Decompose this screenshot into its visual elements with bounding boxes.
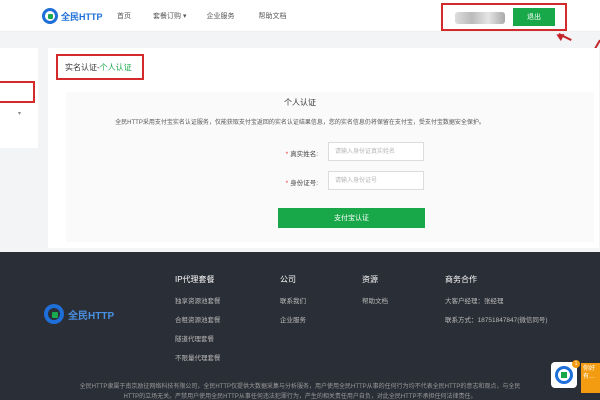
footer: 全民HTTP IP代理套餐 独享资源池套餐 合租资源池套餐 隧道代理套餐 不限量… bbox=[0, 252, 600, 400]
user-area-highlight: 退出 bbox=[441, 3, 567, 31]
footer-col-title: IP代理套餐 bbox=[175, 275, 215, 284]
footer-link[interactable]: 企业服务 bbox=[280, 314, 306, 324]
nav-home[interactable]: 首页 bbox=[117, 11, 131, 21]
footer-col-title: 公司 bbox=[280, 275, 296, 284]
id-label-text: 身份证号: bbox=[290, 180, 318, 187]
footer-col-title: 商务合作 bbox=[445, 275, 477, 284]
breadcrumb: 实名认证-个人认证 bbox=[56, 54, 144, 80]
top-header: 全民HTTP 首页 套餐订购 ▾ 企业服务 帮助文档 退出 bbox=[0, 0, 600, 32]
verify-notice: 全民HTTP采用支付宝实名认证服务，仅能获取支付宝返回的实名认证结果信息，您的实… bbox=[115, 120, 485, 126]
user-account-blurred[interactable] bbox=[455, 12, 505, 24]
footer-logo[interactable]: 全民HTTP bbox=[44, 304, 114, 324]
footer-col-business: 商务合作 大客户经理：张经理 联系方式：18751847847(微信同号) bbox=[445, 274, 548, 333]
name-label-text: 真实姓名: bbox=[290, 151, 318, 158]
footer-col-company: 公司 联系我们 企业服务 bbox=[280, 274, 306, 333]
breadcrumb-current: 个人认证 bbox=[99, 63, 132, 72]
id-label: * 身份证号: bbox=[258, 177, 318, 187]
chat-icon-dot bbox=[561, 372, 567, 378]
footer-logo-icon bbox=[44, 304, 64, 324]
real-name-input[interactable] bbox=[328, 142, 424, 161]
site-logo[interactable]: 全民HTTP bbox=[42, 8, 103, 24]
footer-col-title: 资源 bbox=[362, 275, 378, 284]
footer-logo-text: 全民HTTP bbox=[68, 310, 115, 322]
footer-link[interactable]: 合租资源池套餐 bbox=[175, 314, 221, 324]
footer-link[interactable]: 不限量代理套餐 bbox=[175, 352, 221, 362]
footer-link[interactable]: 独享资源池套餐 bbox=[175, 295, 221, 305]
chat-widget-tab[interactable]: 你好有… bbox=[581, 363, 600, 393]
required-mark: * bbox=[285, 180, 289, 187]
nav-packages-label: 套餐订购 bbox=[153, 13, 181, 20]
logout-button[interactable]: 退出 bbox=[513, 8, 555, 26]
footer-col-resources: 资源 帮助文档 bbox=[362, 274, 388, 314]
footer-col-ip-packages: IP代理套餐 独享资源池套餐 合租资源池套餐 隧道代理套餐 不限量代理套餐 bbox=[175, 274, 221, 371]
nav-enterprise[interactable]: 企业服务 bbox=[207, 11, 235, 21]
nav-packages[interactable]: 套餐订购 ▾ bbox=[153, 11, 187, 21]
required-mark: * bbox=[285, 151, 289, 158]
alipay-verify-button[interactable]: 支付宝认证 bbox=[278, 208, 425, 228]
sidebar-chevron-down-icon[interactable]: ▾ bbox=[18, 110, 21, 117]
chevron-down-icon: ▾ bbox=[183, 13, 187, 20]
nav-docs[interactable]: 帮助文档 bbox=[259, 11, 287, 21]
page-title: 个人认证 bbox=[284, 98, 316, 107]
footer-contact: 大客户经理：张经理 bbox=[445, 298, 504, 305]
logo-text: 全民HTTP bbox=[61, 11, 103, 22]
main-nav: 首页 套餐订购 ▾ 企业服务 帮助文档 bbox=[110, 11, 287, 21]
footer-contact: 联系方式：18751847847(微信同号) bbox=[445, 317, 548, 324]
name-label: * 真实姓名: bbox=[258, 148, 318, 158]
id-number-input[interactable] bbox=[328, 171, 424, 190]
footer-disclaimer-line: HTTP的立场无关。严禁用户使用全民HTTP从事任何违法犯罪行为，产生的相关责任… bbox=[123, 394, 477, 400]
notification-badge: 1 bbox=[572, 360, 580, 368]
logo-icon bbox=[42, 8, 58, 24]
footer-disclaimer: 全民HTTP隶属于南京励征网络科技有限公司，全民HTTP仅提供大数据采集与分析服… bbox=[0, 382, 600, 400]
footer-link[interactable]: 帮助文档 bbox=[362, 295, 388, 305]
footer-link[interactable]: 隧道代理套餐 bbox=[175, 333, 221, 343]
footer-link[interactable]: 联系我们 bbox=[280, 295, 306, 305]
footer-disclaimer-line: 全民HTTP隶属于南京励征网络科技有限公司，全民HTTP仅提供大数据采集与分析服… bbox=[79, 384, 521, 390]
breadcrumb-base: 实名认证- bbox=[65, 63, 100, 72]
